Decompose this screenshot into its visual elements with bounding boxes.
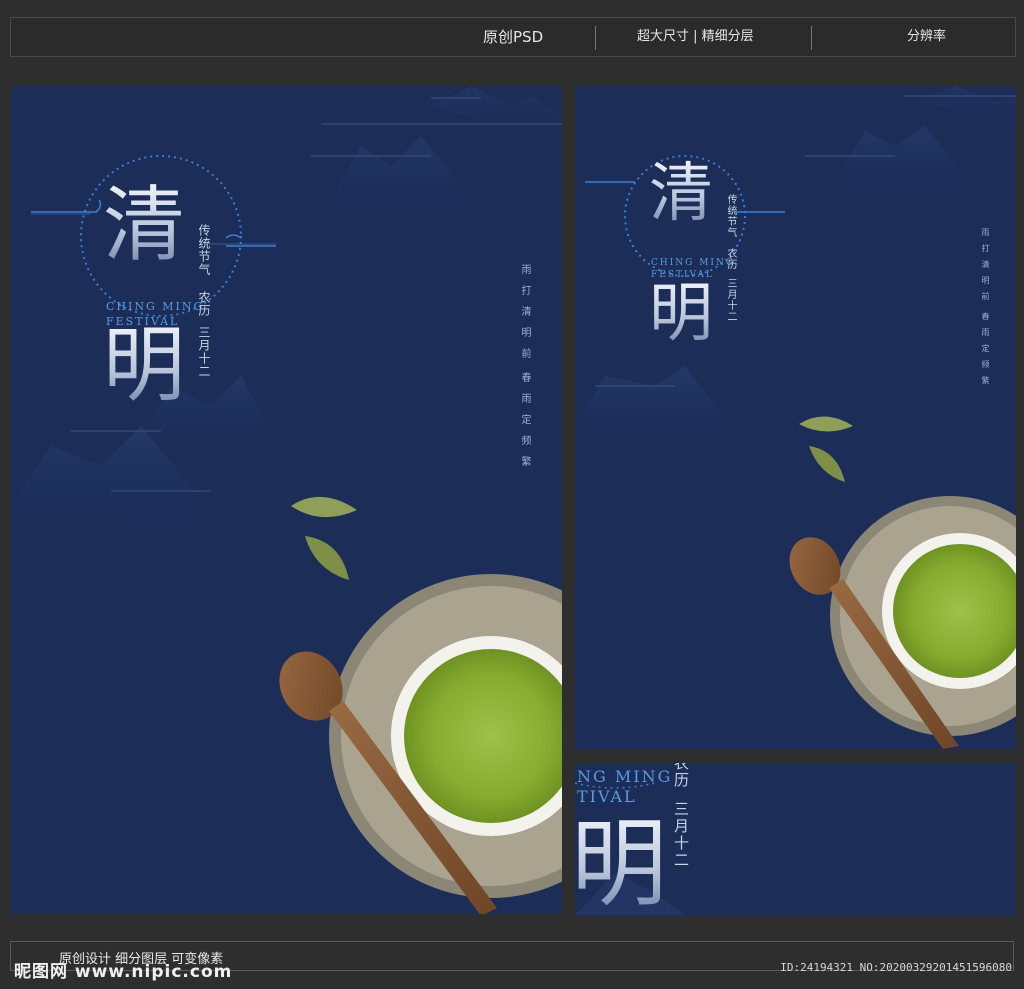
tea-leaf: [799, 416, 853, 432]
poster-small: 清 明 CHING MING FESTIVAL 传统节气 农历 三月十二 雨打清…: [575, 86, 1016, 749]
mountain-shape: [915, 86, 1016, 126]
lunar-date-text: 三月十二: [197, 326, 211, 378]
lunar-date-text: 三月十二: [725, 278, 736, 322]
poem-line-2: 春雨定频繁: [981, 312, 990, 392]
poster-detail-crop: NG MING TIVAL 农历 三月十二 明: [575, 763, 1016, 915]
title-char-qing: 清: [649, 157, 713, 231]
poster-large-art: [11, 86, 562, 914]
mountain-shape: [321, 136, 491, 226]
resolution-label: 分辨率: [907, 29, 947, 44]
top-info-bar: 原创PSD 超大尺寸 | 精细分层 分辨率: [10, 17, 1016, 57]
divider: [811, 26, 812, 50]
mountain-shape: [575, 366, 745, 456]
title-char-qing: 清: [103, 178, 186, 273]
english-title-line2: FESTIVAL: [106, 315, 180, 328]
english-title-line2: FESTIVAL: [651, 270, 714, 280]
mountain-shape: [431, 86, 562, 146]
original-psd-label: 原创PSD: [483, 28, 544, 46]
site-watermark: 昵图网 www.nipic.com: [14, 962, 233, 982]
title-char-ming: 明: [103, 318, 186, 413]
lunar-text: 农历: [197, 291, 211, 317]
tea-leaf: [305, 536, 349, 580]
cloud-swirl-line: [31, 199, 102, 213]
title-char-ming: 明: [649, 277, 713, 351]
english-title-line1: NG MING: [577, 767, 673, 786]
poem-line-2: 春雨定频繁: [519, 372, 530, 477]
traditional-solar-term-text: 传统节气: [725, 194, 736, 238]
poem-line-1: 雨打清明前: [981, 228, 990, 308]
poem-line-1: 雨打清明前: [519, 264, 530, 369]
english-title-line2: TIVAL: [577, 787, 637, 806]
traditional-solar-term-text: 传统节气: [197, 224, 211, 276]
lunar-date-text: 三月十二: [672, 801, 690, 869]
size-layers-label: 超大尺寸 | 精细分层: [637, 29, 754, 44]
poster-small-art: [575, 86, 1016, 749]
mountain-shape: [825, 126, 995, 206]
tea-leaf: [809, 446, 845, 482]
image-id-text: ID:24194321 NO:20200329201451596080: [780, 961, 1012, 974]
lunar-text: 农历: [672, 763, 690, 789]
tea-leaf: [291, 496, 357, 518]
english-title-line1: CHING MING: [106, 300, 205, 313]
poster-large: 清 明 CHING MING FESTIVAL 传统节气 农历 三月十二 雨打清…: [11, 86, 562, 914]
lunar-text: 农历: [725, 248, 736, 270]
title-char-ming: 明: [575, 809, 667, 915]
divider: [595, 26, 596, 50]
